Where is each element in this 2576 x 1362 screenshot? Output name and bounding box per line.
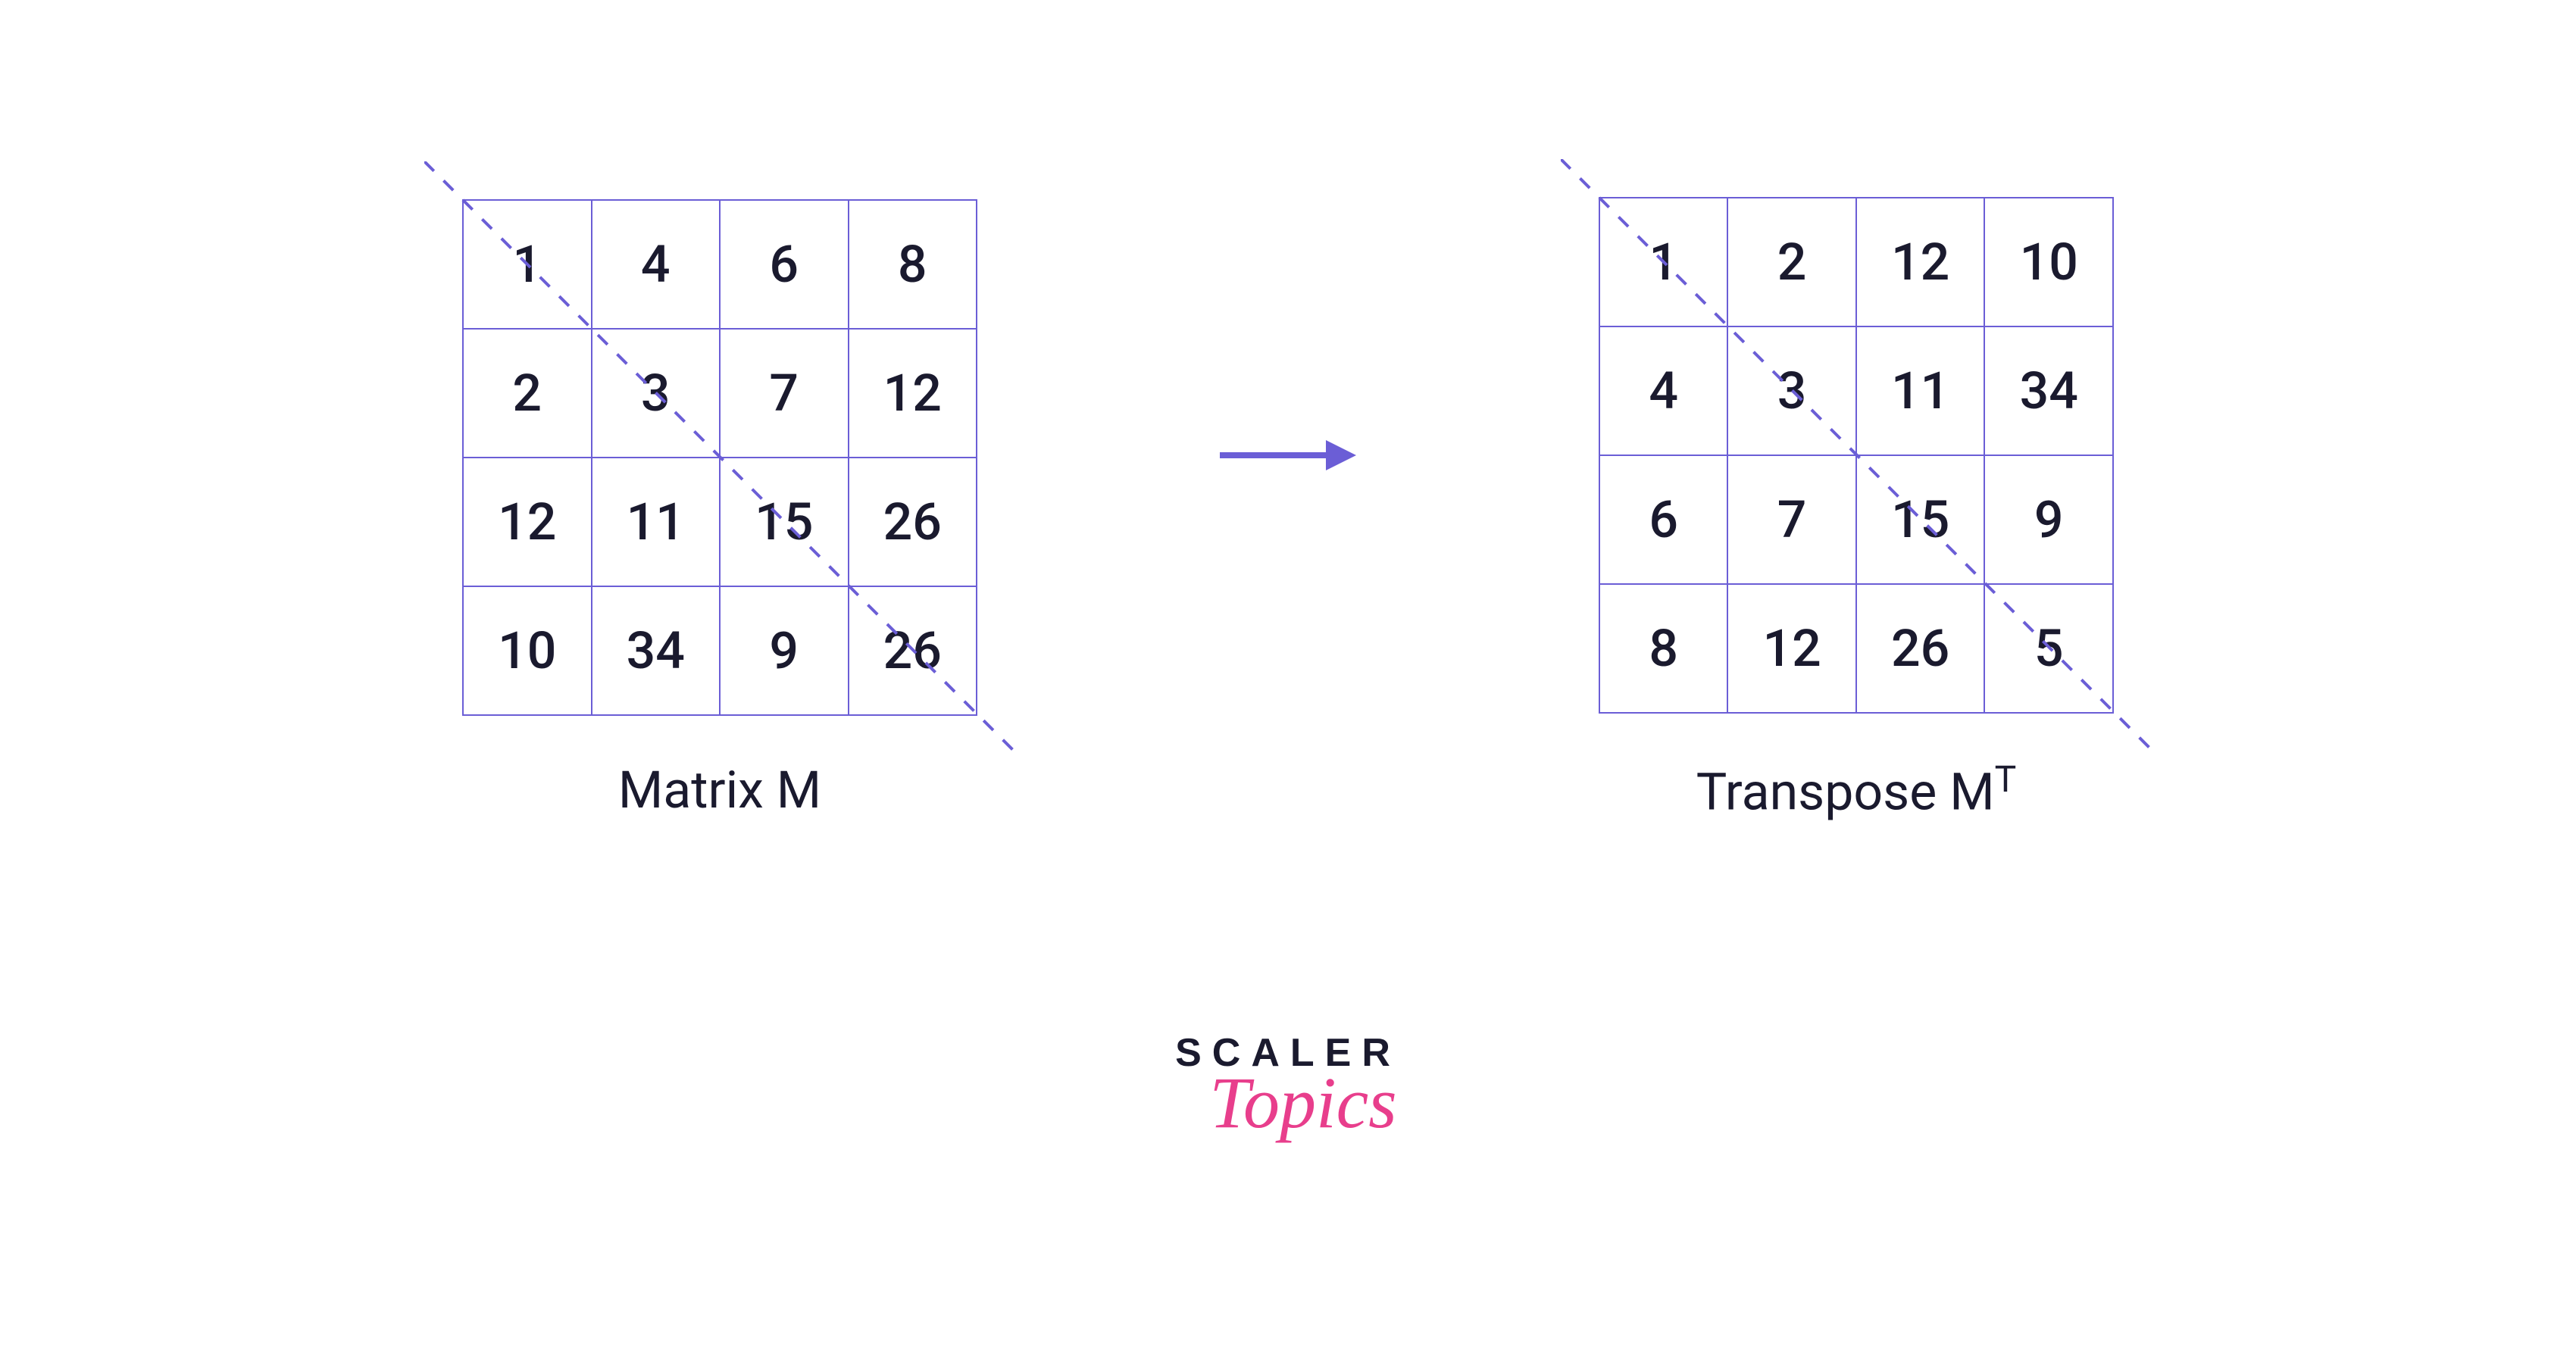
matrix-cell: 8: [849, 200, 977, 329]
matrix-m: 1 4 6 8 2 3 7 12 12 11 15 26: [462, 199, 977, 716]
matrix-cell: 5: [1984, 584, 2113, 713]
matrix-mt: 1 2 12 10 4 3 11 34 6 7 15 9: [1599, 197, 2114, 714]
matrix-mt-block: 1 2 12 10 4 3 11 34 6 7 15 9: [1599, 197, 2114, 823]
matrix-cell: 34: [1984, 326, 2113, 455]
matrix-cell: 9: [720, 586, 849, 715]
matrix-cell: 6: [1599, 455, 1727, 584]
matrix-cell: 1: [1599, 198, 1727, 326]
matrix-cell: 12: [463, 458, 592, 586]
matrix-cell: 26: [849, 586, 977, 715]
matrix-cell: 10: [1984, 198, 2113, 326]
matrix-mt-wrapper: 1 2 12 10 4 3 11 34 6 7 15 9: [1599, 197, 2114, 712]
matrix-cell: 12: [1727, 584, 1856, 713]
matrix-cell: 15: [1856, 455, 1985, 584]
matrix-cell: 2: [1727, 198, 1856, 326]
matrix-cell: 11: [1856, 326, 1985, 455]
matrix-mt-label-text: Transpose M: [1696, 762, 1995, 823]
transpose-diagram: 1 4 6 8 2 3 7 12 12 11 15 26: [0, 0, 2576, 823]
matrix-cell: 4: [592, 200, 721, 329]
matrix-m-label: Matrix M: [618, 760, 821, 820]
matrix-cell: 10: [463, 586, 592, 715]
matrix-cell: 11: [592, 458, 721, 586]
arrow-container: [1220, 433, 1356, 587]
arrow-right-icon: [1220, 433, 1356, 478]
scaler-topics-logo: SCALER Topics: [1175, 1030, 1401, 1145]
matrix-cell: 4: [1599, 326, 1727, 455]
logo-line-2: Topics: [1190, 1061, 1416, 1145]
matrix-cell: 3: [592, 329, 721, 458]
matrix-cell: 9: [1984, 455, 2113, 584]
matrix-cell: 12: [849, 329, 977, 458]
matrix-m-block: 1 4 6 8 2 3 7 12 12 11 15 26: [462, 199, 977, 820]
matrix-cell: 3: [1727, 326, 1856, 455]
matrix-cell: 7: [720, 329, 849, 458]
matrix-cell: 7: [1727, 455, 1856, 584]
matrix-cell: 2: [463, 329, 592, 458]
matrix-cell: 1: [463, 200, 592, 329]
matrix-cell: 6: [720, 200, 849, 329]
matrix-cell: 15: [720, 458, 849, 586]
matrix-m-wrapper: 1 4 6 8 2 3 7 12 12 11 15 26: [462, 199, 977, 714]
matrix-mt-label: Transpose MT: [1696, 758, 2016, 823]
matrix-cell: 26: [1856, 584, 1985, 713]
matrix-mt-label-super: T: [1995, 758, 2017, 801]
matrix-cell: 34: [592, 586, 721, 715]
matrix-cell: 12: [1856, 198, 1985, 326]
matrix-cell: 26: [849, 458, 977, 586]
matrix-cell: 8: [1599, 584, 1727, 713]
